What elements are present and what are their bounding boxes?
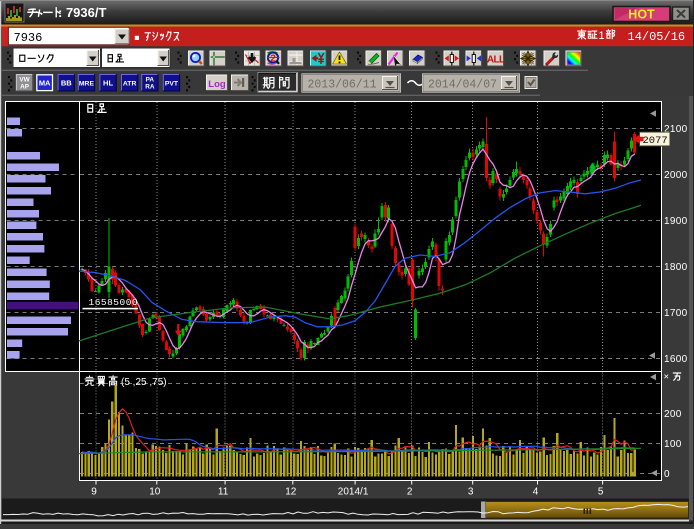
svg-text:VW: VW: [19, 77, 30, 84]
svg-text:2: 2: [407, 487, 413, 498]
svg-text:200: 200: [664, 409, 682, 420]
svg-text:Log: Log: [208, 79, 226, 90]
svg-text:RA: RA: [145, 84, 155, 91]
svg-text:MA: MA: [39, 79, 51, 88]
svg-text:7936: 7936: [14, 31, 43, 45]
svg-text:MRE: MRE: [79, 81, 95, 88]
svg-text:2077: 2077: [643, 135, 668, 147]
svg-text:2014/04/07: 2014/04/07: [428, 78, 497, 91]
svg-text:ALL: ALL: [487, 54, 505, 65]
svg-text:HL: HL: [103, 79, 113, 88]
svg-text:11: 11: [218, 487, 229, 498]
svg-text:12: 12: [285, 487, 297, 498]
svg-text:2013/06/11: 2013/06/11: [308, 78, 377, 91]
svg-text:AP: AP: [20, 84, 30, 91]
svg-text:1700: 1700: [664, 308, 688, 319]
svg-text:HOT: HOT: [628, 7, 655, 21]
svg-text:3: 3: [468, 487, 474, 498]
svg-text:2: 2: [270, 53, 276, 65]
svg-text:10: 10: [149, 487, 161, 498]
svg-text:×: ×: [664, 372, 670, 383]
svg-text:14/05/16: 14/05/16: [628, 30, 686, 44]
svg-text:1800: 1800: [664, 262, 688, 273]
svg-text:9: 9: [91, 487, 97, 498]
svg-text:2014/1: 2014/1: [338, 487, 369, 498]
svg-text:0: 0: [664, 469, 670, 480]
svg-text:PVT: PVT: [165, 81, 179, 88]
svg-text:: 7936/T: : 7936/T: [58, 5, 106, 20]
svg-text:PA: PA: [146, 77, 155, 84]
svg-text:4: 4: [533, 487, 539, 498]
svg-text:2000: 2000: [664, 170, 688, 181]
svg-text:BB: BB: [61, 79, 72, 88]
svg-text:ATR: ATR: [123, 81, 137, 88]
svg-text:5: 5: [598, 487, 604, 498]
svg-text:100: 100: [664, 439, 682, 450]
svg-text:1900: 1900: [664, 216, 688, 227]
svg-text:1600: 1600: [664, 354, 688, 365]
svg-text:16585000: 16585000: [89, 297, 139, 308]
svg-text:(5 ,25 ,75): (5 ,25 ,75): [121, 377, 167, 388]
svg-text:1: 1: [599, 30, 605, 42]
